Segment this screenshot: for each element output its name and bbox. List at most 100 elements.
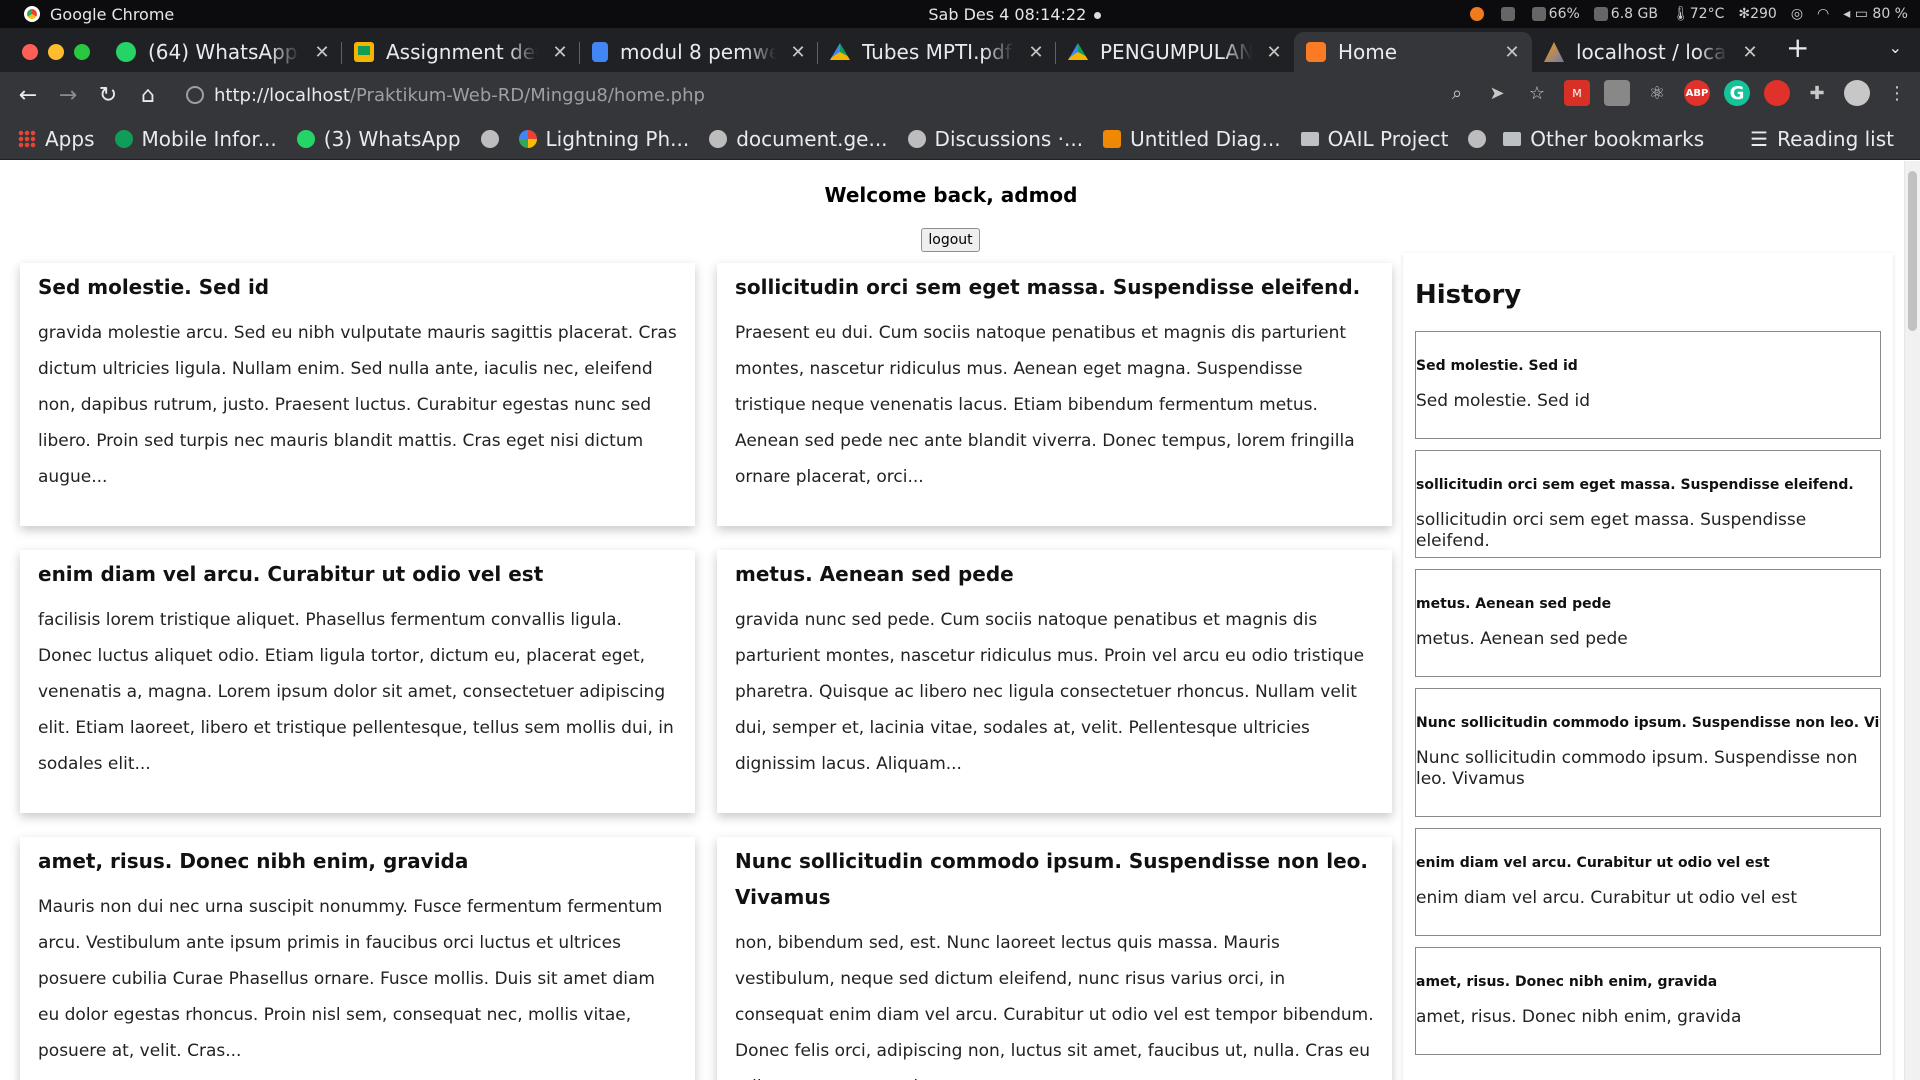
drawio-icon (1103, 129, 1122, 148)
tab-search-chevron-icon[interactable]: ⌄ (1889, 38, 1902, 57)
bookmark-whatsapp[interactable]: (3) WhatsApp (287, 127, 471, 151)
history-item[interactable]: sollicitudin orci sem eget massa. Suspen… (1415, 450, 1881, 558)
article-card[interactable]: metus. Aenean sed pede gravida nunc sed … (717, 550, 1392, 813)
bookmark-mobile-info[interactable]: Mobile Infor... (105, 127, 287, 151)
new-tab-plus-icon[interactable]: + (1770, 31, 1825, 72)
article-card[interactable]: Sed molestie. Sed id gravida molestie ar… (20, 263, 695, 526)
bookmark-label: Untitled Diag... (1130, 126, 1281, 151)
tab-title: Home (1338, 40, 1398, 64)
bookmark-oail-project[interactable]: OAIL Project (1291, 127, 1459, 151)
maximize-window-button[interactable] (74, 44, 90, 60)
globe-icon (1468, 129, 1487, 148)
firefox-status-icon[interactable] (1469, 7, 1484, 21)
history-item[interactable]: Sed molestie. Sed id Sed molestie. Sed i… (1415, 331, 1881, 439)
reading-list[interactable]: ☰ Reading list (1740, 127, 1904, 151)
tab-title: modul 8 pemweb (620, 40, 776, 64)
close-icon[interactable]: ✕ (1740, 42, 1760, 63)
red-extension-icon[interactable] (1764, 80, 1790, 106)
battery-indicator[interactable]: 66% (1531, 6, 1580, 22)
article-title[interactable]: sollicitudin orci sem eget massa. Suspen… (735, 269, 1374, 305)
other-bookmarks[interactable]: Other bookmarks (1493, 127, 1714, 151)
battery-icon (1531, 7, 1546, 21)
google-docs-icon (592, 42, 608, 62)
mendeley-extension-icon[interactable]: M (1564, 80, 1590, 106)
bookmark-label: Apps (45, 126, 95, 151)
globe-icon (480, 129, 499, 148)
forward-arrow-icon[interactable]: → (48, 83, 88, 108)
memory-indicator[interactable]: 6.8 GB (1593, 6, 1658, 22)
bookmark-untitled-diagram[interactable]: Untitled Diag... (1093, 127, 1290, 151)
scrollbar-thumb[interactable] (1908, 171, 1917, 331)
volume-battery-icon: ▭ (1854, 6, 1868, 22)
tab-title: PENGUMPULAN T (1100, 40, 1252, 64)
folder-icon (1300, 131, 1319, 146)
tab-title: localhost / localh (1576, 40, 1728, 64)
article-excerpt: gravida molestie arcu. Sed eu nibh vulpu… (38, 323, 677, 487)
close-icon[interactable]: ✕ (1264, 42, 1284, 63)
react-devtools-icon[interactable]: ⚛ (1644, 80, 1670, 106)
bookmarks-right: Other bookmarks ☰ Reading list (1493, 127, 1904, 151)
extension-icon[interactable] (1604, 80, 1630, 106)
article-card[interactable]: sollicitudin orci sem eget massa. Suspen… (717, 263, 1392, 526)
adblock-plus-icon[interactable]: ABP (1684, 80, 1710, 106)
article-title[interactable]: Nunc sollicitudin commodo ipsum. Suspend… (735, 843, 1374, 915)
temperature-indicator[interactable]: 🌡72°C (1672, 6, 1724, 22)
article-title[interactable]: metus. Aenean sed pede (735, 556, 1374, 592)
minimize-window-button[interactable] (48, 44, 64, 60)
page-scrollbar[interactable] (1904, 161, 1920, 1080)
bookmark-document-ge[interactable]: document.ge... (699, 127, 897, 151)
close-icon[interactable]: ✕ (788, 42, 808, 63)
tab-pengumpulan[interactable]: PENGUMPULAN T ✕ (1056, 32, 1294, 72)
volume-indicator[interactable]: ◂ ▭ 80 % (1843, 6, 1908, 22)
globe-icon (709, 129, 728, 148)
close-icon[interactable]: ✕ (312, 42, 332, 63)
fan-indicator[interactable]: ✻290 (1738, 6, 1776, 22)
close-icon[interactable]: ✕ (1026, 42, 1046, 63)
zoom-icon[interactable]: ⌕ (1444, 80, 1470, 106)
puzzle-extensions-icon[interactable]: ✚ (1804, 80, 1830, 106)
article-title[interactable]: amet, risus. Donec nibh enim, gravida (38, 843, 677, 879)
tab-modul-8[interactable]: modul 8 pemweb ✕ (580, 32, 818, 72)
url-path: /Praktikum-Web-RD/Minggu8/home.php (349, 84, 705, 106)
tab-assignment[interactable]: Assignment deta ✕ (342, 32, 580, 72)
profile-avatar-icon[interactable] (1844, 80, 1870, 106)
article-card[interactable]: enim diam vel arcu. Curabitur ut odio ve… (20, 550, 695, 813)
article-excerpt: non, bibendum sed, est. Nunc laoreet lec… (735, 933, 1374, 1080)
site-info-icon[interactable] (186, 86, 204, 104)
article-title[interactable]: enim diam vel arcu. Curabitur ut odio ve… (38, 556, 677, 592)
tab-whatsapp[interactable]: (64) WhatsApp ✕ (104, 32, 342, 72)
history-item[interactable]: metus. Aenean sed pede metus. Aenean sed… (1415, 569, 1881, 677)
send-tab-icon[interactable]: ➤ (1484, 80, 1510, 106)
bookmark-apps[interactable]: Apps (0, 127, 105, 151)
address-bar[interactable]: http://localhost/Praktikum-Web-RD/Minggu… (172, 78, 1412, 112)
wifi-icon[interactable]: ◠ (1817, 6, 1829, 22)
reading-list-icon: ☰ (1750, 126, 1769, 151)
bookmark-lightning[interactable]: Lightning Ph... (509, 127, 700, 151)
bookmark-globe-1[interactable] (471, 129, 509, 148)
close-icon[interactable]: ✕ (1502, 42, 1522, 63)
article-card[interactable]: Nunc sollicitudin commodo ipsum. Suspend… (717, 837, 1392, 1080)
tab-phpmyadmin[interactable]: localhost / localh ✕ (1532, 32, 1770, 72)
logout-button[interactable]: logout (921, 228, 980, 252)
article-card[interactable]: amet, risus. Donec nibh enim, gravida Ma… (20, 837, 695, 1080)
accessibility-icon[interactable]: ◎ (1791, 6, 1803, 22)
history-item[interactable]: amet, risus. Donec nibh enim, gravida am… (1415, 947, 1881, 1055)
close-icon[interactable]: ✕ (550, 42, 570, 63)
tab-home[interactable]: Home ✕ (1294, 32, 1532, 72)
color-picker-icon[interactable] (1500, 7, 1515, 21)
bookmark-discussions[interactable]: Discussions ·... (898, 127, 1094, 151)
back-arrow-icon[interactable]: ← (8, 83, 48, 108)
home-icon[interactable]: ⌂ (128, 83, 168, 108)
grammarly-icon[interactable]: G (1724, 80, 1750, 106)
tab-tubes-mpti[interactable]: Tubes MPTI.pdf - ✕ (818, 32, 1056, 72)
bookmark-globe-2[interactable] (1458, 129, 1496, 148)
article-title[interactable]: Sed molestie. Sed id (38, 269, 677, 305)
close-window-button[interactable] (22, 44, 38, 60)
reload-icon[interactable]: ↻ (88, 83, 128, 108)
history-item[interactable]: enim diam vel arcu. Curabitur ut odio ve… (1415, 828, 1881, 936)
bookmark-star-icon[interactable]: ☆ (1524, 80, 1550, 106)
kebab-menu-icon[interactable]: ⋮ (1884, 80, 1910, 106)
app-name[interactable]: Google Chrome (50, 5, 174, 24)
history-item[interactable]: Nunc sollicitudin commodo ipsum. Suspend… (1415, 688, 1881, 817)
os-clock[interactable]: Sab Des 4 08:14:22 (560, 5, 1470, 24)
